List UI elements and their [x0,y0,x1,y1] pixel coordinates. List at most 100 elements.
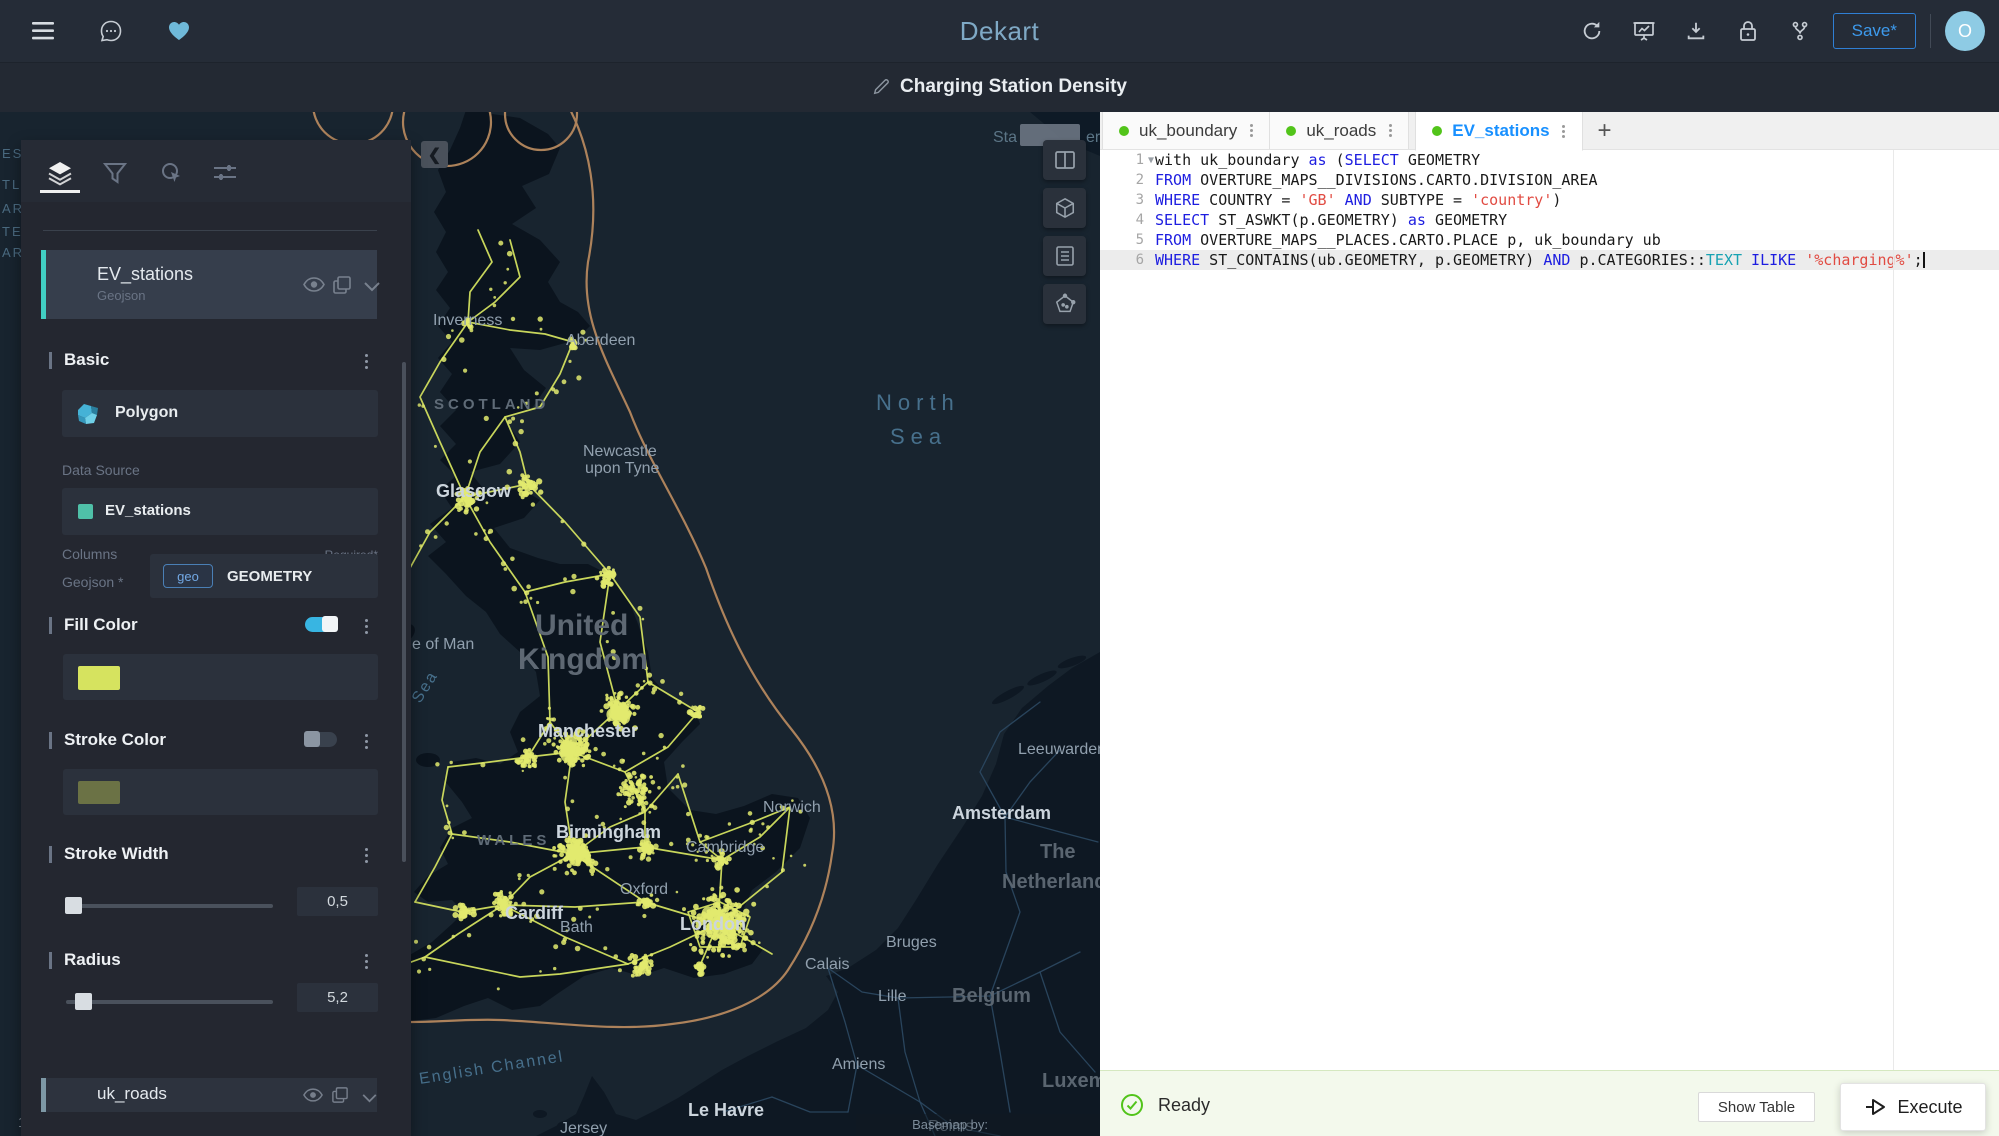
stroke-color-swatch[interactable] [78,781,120,804]
3d-view-button[interactable] [1043,188,1086,228]
add-query-tab-button[interactable]: + [1583,112,1627,149]
map-label: Luxembourg [1042,1070,1100,1092]
show-table-button[interactable]: Show Table [1698,1092,1815,1122]
section-accent [49,732,52,749]
map-label: Bath [560,919,593,936]
fill-color-toggle[interactable] [305,616,338,632]
code-line[interactable]: 6 WHERE ST_CONTAINS(ub.GEOMETRY, p.GEOMET… [1100,250,1999,270]
tab-layers[interactable] [41,156,79,190]
section-accent [49,617,52,634]
datasource-swatch-icon [78,504,93,519]
layer-card-ev-stations[interactable]: EV_stations Geojson [41,250,380,319]
tab-ev-stations[interactable]: EV_stations [1415,112,1583,151]
radius-slider[interactable] [66,1000,273,1004]
tab-filters[interactable] [96,156,134,190]
draw-polygon-button[interactable] [1043,284,1086,324]
code-line[interactable]: 1 ▼ with uk_boundary as (SELECT GEOMETRY [1100,150,1999,170]
report-title[interactable]: Charging Station Density [900,76,1127,98]
tab-basemap[interactable] [206,156,244,190]
map-label: Cardiff [505,903,564,923]
tab-menu-icon[interactable] [1247,122,1255,139]
layer-type-selector[interactable]: Polygon [62,390,378,437]
tab-uk-roads[interactable]: uk_roads [1270,112,1410,149]
fork-icon[interactable] [1781,12,1819,50]
lock-icon[interactable] [1729,12,1767,50]
tab-label: uk_boundary [1139,120,1238,140]
tab-uk-boundary[interactable]: uk_boundary [1102,112,1271,149]
sql-code-area[interactable]: 1 ▼ with uk_boundary as (SELECT GEOMETRY 2 F… [1100,150,1999,1070]
download-icon[interactable] [1677,12,1715,50]
split-map-button[interactable] [1043,140,1086,180]
stroke-color-row[interactable] [63,769,378,815]
stroke-color-menu-icon[interactable] [359,731,373,749]
header-bar: Dekart Save* O [0,0,1999,62]
tab-interactions[interactable] [153,156,191,190]
stroke-width-menu-icon[interactable] [359,845,373,863]
map-label: er [1086,129,1100,146]
radius-menu-icon[interactable] [359,951,373,969]
map-label: WALES [477,832,550,849]
eye-icon[interactable] [303,1088,323,1107]
fill-color-row[interactable] [63,654,378,700]
data-source-selector[interactable]: EV_stations [62,488,378,535]
layer-subtitle: Geojson [97,288,146,303]
map-label: Cambridge [686,839,764,856]
map-label: Newcastle [583,443,657,460]
execute-button[interactable]: Execute [1840,1083,1986,1131]
code-line[interactable]: 5 FROM OVERTURE_MAPS__PLACES.CARTO.PLACE … [1100,230,1999,250]
chevron-down-icon[interactable] [362,1090,377,1108]
edit-pencil-icon[interactable] [872,78,890,96]
tab-menu-icon[interactable] [1560,123,1568,140]
refresh-icon[interactable] [1573,12,1611,50]
map-label: Bruges [886,934,937,951]
radius-handle[interactable] [75,993,92,1010]
stroke-width-slider[interactable] [66,904,273,908]
fill-color-menu-icon[interactable] [359,616,373,634]
data-source-label: Data Source [62,462,140,478]
fill-color-swatch[interactable] [78,666,120,690]
editor-statusbar: Ready Show Table Execute [1100,1070,1999,1136]
map-label: Sta [993,129,1017,146]
chevron-down-icon[interactable] [364,279,380,297]
stroke-width-value[interactable]: 0,5 [297,887,378,916]
tab-label: EV_stations [1452,121,1550,140]
query-tabbar: uk_boundary uk_roads EV_stations + [1100,112,1999,151]
avatar[interactable]: O [1945,11,1985,51]
panel-scrollbar[interactable] [402,362,406,862]
map-label: North [876,390,960,415]
layer-accent-bar [41,1078,46,1112]
eye-icon[interactable] [303,277,325,297]
stroke-color-toggle[interactable] [304,731,337,747]
duplicate-icon[interactable] [332,1087,348,1108]
collapse-panel-button[interactable]: ❮ [421,141,448,168]
presentation-icon[interactable] [1625,12,1663,50]
map-label: Amiens [832,1056,885,1073]
map-label: Lille [878,988,907,1005]
map-label: SCOTLAND [434,396,549,413]
map-label: Birmingham [556,822,661,842]
duplicate-icon[interactable] [333,276,351,299]
tab-menu-icon[interactable] [1386,122,1394,139]
save-button[interactable]: Save* [1832,13,1916,49]
layer-title: uk_roads [97,1084,167,1103]
ready-label: Ready [1158,1094,1211,1115]
section-accent [49,846,52,863]
map-label: United [535,609,628,642]
panel-divider [43,230,377,231]
map-label: Oxford [620,881,668,898]
stroke-width-handle[interactable] [65,897,82,914]
code-line[interactable]: 3 WHERE COUNTRY = 'GB' AND SUBTYPE = 'cou… [1100,190,1999,210]
panel-header [21,140,411,202]
columns-label: Columns [62,546,118,562]
map-label: Calais [805,956,849,973]
code-line[interactable]: 2 FROM OVERTURE_MAPS__DIVISIONS.CARTO.DIV… [1100,170,1999,190]
geo-type-badge: geo [163,564,213,588]
layer-card-uk-roads[interactable]: uk_roads [41,1078,377,1112]
geojson-field-selector[interactable]: geo GEOMETRY [150,554,378,598]
execute-label: Execute [1897,1096,1963,1117]
legend-button[interactable] [1043,236,1086,276]
code-line[interactable]: 4 SELECT ST_ASWKT(p.GEOMETRY) as GEOMETRY [1100,210,1999,230]
basic-menu-icon[interactable] [359,351,373,369]
radius-value[interactable]: 5,2 [297,983,378,1012]
data-source-value: EV_stations [105,502,191,519]
